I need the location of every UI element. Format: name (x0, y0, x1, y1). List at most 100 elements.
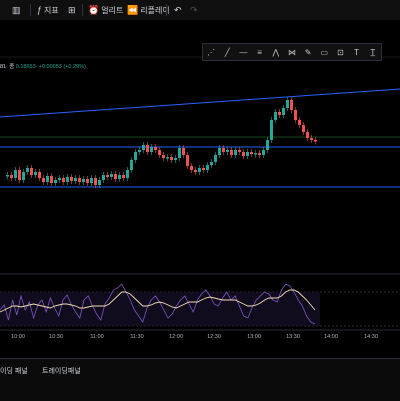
time-tick: 13:00 (247, 334, 261, 340)
candle-body (170, 157, 173, 160)
fib-icon[interactable]: ≡ (254, 47, 265, 58)
candle-body (230, 150, 233, 155)
trend-line-drawing[interactable] (0, 88, 400, 118)
time-tick: 10:30 (49, 334, 63, 340)
candle-body (242, 152, 245, 156)
candle-body (50, 176, 53, 183)
candle-body (250, 152, 253, 154)
candle-body (166, 157, 169, 159)
time-tick: 10:00 (11, 334, 25, 340)
candle-body (286, 100, 289, 108)
time-tick: 14:30 (364, 334, 378, 340)
candle-body (118, 175, 121, 179)
candle-body (238, 150, 241, 152)
candle-body (38, 172, 41, 178)
candle-body (114, 174, 117, 179)
time-tick: 12:30 (207, 334, 221, 340)
candle-body (18, 170, 21, 180)
candle-body (34, 172, 37, 175)
legend-change: +0.00053 (+0.29%) (38, 64, 86, 70)
pattern-icon[interactable]: ⋀ (270, 47, 281, 58)
candle-body (138, 150, 141, 152)
measure-icon[interactable]: ⊡ (335, 47, 346, 58)
candle-body (222, 148, 225, 152)
candle-body (302, 125, 305, 132)
candle-body (122, 175, 125, 178)
candle-body (110, 174, 113, 177)
brush-icon[interactable]: ✎ (303, 47, 314, 58)
candle-body (178, 148, 181, 158)
candle-body (266, 140, 269, 150)
candle-body (42, 178, 45, 182)
candle-body (98, 180, 101, 185)
candle-body (246, 152, 249, 156)
candle-body (54, 180, 57, 183)
candle-body (126, 170, 129, 178)
candle-body (78, 178, 81, 182)
candle-body (130, 160, 133, 170)
candle-body (194, 170, 197, 172)
time-tick: 14:00 (324, 334, 338, 340)
candle-body (134, 152, 137, 160)
candle-body (306, 132, 309, 138)
candle-body (154, 147, 157, 150)
drawing-toolbar: ⋰ ╱ — ≡ ⋀ ⋈ ✎ ▭ ⊡ T T̲ (202, 43, 382, 61)
candle-body (190, 166, 193, 170)
candle-body (182, 148, 185, 155)
candle-body (314, 140, 317, 142)
rsi-band-fill (0, 292, 320, 326)
text-icon[interactable]: T (351, 47, 362, 58)
horizontal-line-icon[interactable]: — (238, 47, 249, 58)
legend-close-value: 0.18653 (15, 64, 36, 70)
candle-body (102, 175, 105, 180)
candle-body (70, 177, 73, 181)
tab-panel-1[interactable]: 이딩 패널 (0, 366, 28, 376)
candle-body (206, 165, 209, 170)
candle-body (82, 179, 85, 182)
candle-body (158, 150, 161, 155)
candle-body (150, 147, 153, 152)
candle-body (22, 172, 25, 180)
candle-body (214, 155, 217, 162)
candle-body (10, 175, 13, 178)
legend-close-label: 종 (9, 64, 15, 70)
candle-body (66, 177, 69, 182)
legend-value: 81 (0, 64, 7, 70)
candle-body (294, 110, 297, 120)
shape-icon[interactable]: ▭ (319, 47, 330, 58)
tab-trading-panel[interactable]: 트레이딩패널 (42, 366, 81, 376)
candle-body (74, 178, 77, 181)
candle-body (282, 108, 285, 115)
candle-body (210, 162, 213, 165)
candle-body (58, 178, 61, 180)
candle-body (274, 112, 277, 120)
candle-body (62, 178, 65, 182)
candle-body (290, 100, 293, 110)
candle-body (262, 150, 265, 155)
candle-body (186, 155, 189, 166)
candle-body (198, 168, 201, 172)
candle-body (270, 120, 273, 140)
bottom-panel (0, 358, 400, 401)
time-tick: 11:30 (130, 334, 144, 340)
candle-series (6, 97, 317, 188)
candle-body (234, 150, 237, 155)
candle-body (226, 150, 229, 152)
text-format-icon[interactable]: T̲ (367, 47, 378, 58)
candle-body (46, 176, 49, 182)
candle-body (142, 145, 145, 150)
candle-body (298, 120, 301, 125)
candle-body (106, 175, 109, 177)
time-tick: 11:00 (90, 334, 104, 340)
trend-line-icon[interactable]: ╱ (222, 47, 233, 58)
candle-body (26, 168, 29, 172)
time-tick: 12:00 (169, 334, 183, 340)
candle-body (146, 145, 149, 152)
candle-body (162, 155, 165, 158)
candle-body (86, 179, 89, 183)
projection-icon[interactable]: ⋈ (286, 47, 297, 58)
candle-body (258, 153, 261, 155)
candle-body (14, 170, 17, 178)
cursor-icon[interactable]: ⋰ (206, 47, 217, 58)
price-legend: 81 종 0.18653 +0.00053 (+0.29%) (0, 62, 86, 70)
